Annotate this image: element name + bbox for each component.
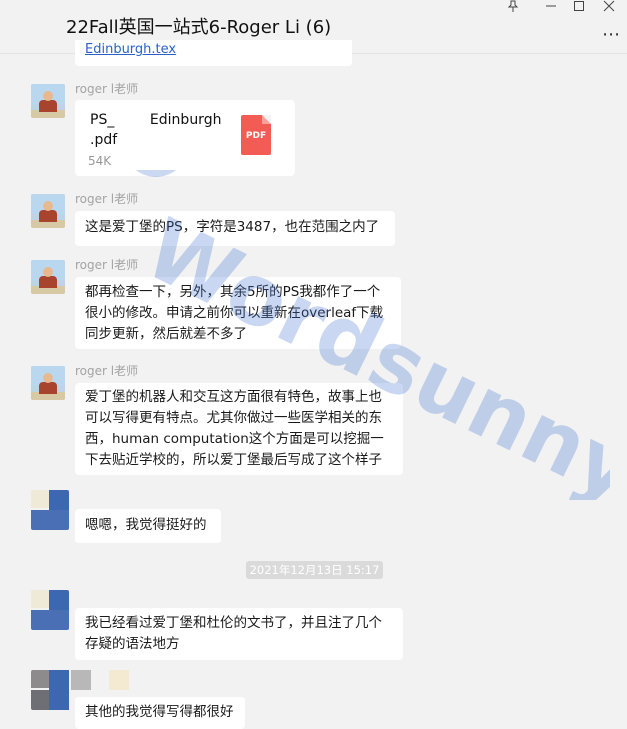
- file-link[interactable]: Edinburgh.tex: [85, 42, 176, 57]
- chat-title: 22Fall英国一站式6-Roger Li (6): [66, 17, 332, 38]
- sender-name: roger l老师: [75, 258, 139, 272]
- message-bubble[interactable]: 其他的我觉得写得都很好: [75, 697, 245, 729]
- pdf-file-icon: PDF: [241, 115, 271, 155]
- avatar[interactable]: [31, 490, 69, 530]
- message-bubble[interactable]: 爱丁堡的机器人和交互这方面很有特色，故事上也 可以写得更有特点。尤其你做过一些医…: [75, 383, 403, 475]
- message-bubble[interactable]: 我已经看过爱丁堡和杜伦的文书了，并且注了几个 存疑的语法地方: [75, 608, 403, 660]
- message-bubble[interactable]: 嗯嗯，我觉得挺好的: [75, 509, 221, 543]
- file-message[interactable]: PS_ Edinburgh .pdf 54K PDF: [75, 100, 295, 176]
- avatar[interactable]: [31, 84, 65, 118]
- maximize-icon[interactable]: [567, 0, 591, 14]
- message-bubble[interactable]: 这是爱丁堡的PS，字符是3487，也在范围之内了: [75, 211, 395, 246]
- avatar[interactable]: [31, 194, 65, 228]
- chat-window: 22Fall英国一站式6-Roger Li (6) ⋯ Edinburgh.te…: [0, 0, 627, 729]
- avatar[interactable]: [31, 590, 69, 630]
- timestamp-divider: 2021年12月13日 15:17: [246, 561, 383, 579]
- file-name: PS_ Edinburgh .pdf: [90, 112, 222, 148]
- sender-name: roger l老师: [75, 82, 139, 96]
- sender-name: roger l老师: [75, 192, 139, 206]
- avatar[interactable]: [31, 260, 65, 294]
- pin-icon[interactable]: [501, 0, 525, 14]
- sender-name: roger l老师: [75, 364, 139, 378]
- avatar[interactable]: [31, 366, 65, 400]
- more-icon[interactable]: ⋯: [602, 24, 621, 45]
- partial-message-bubble[interactable]: Edinburgh.tex: [75, 40, 352, 66]
- close-icon[interactable]: [597, 0, 621, 14]
- file-size: 54K: [88, 154, 112, 168]
- minimize-icon[interactable]: [539, 0, 563, 14]
- message-bubble[interactable]: 都再检查一下，另外，其余5所的PS我都作了一个 很小的修改。申请之前你可以重新在…: [75, 277, 401, 349]
